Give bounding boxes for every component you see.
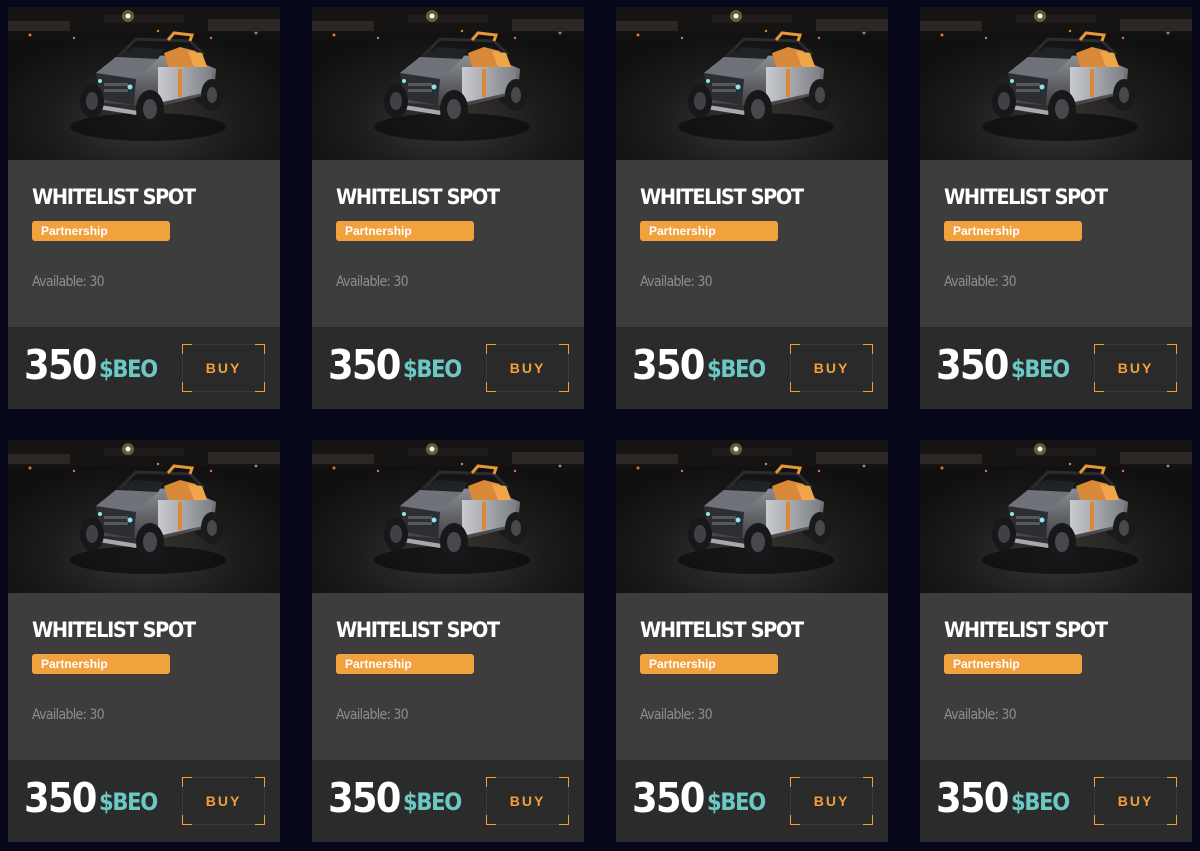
currency-label: $BEO bbox=[707, 355, 766, 383]
vehicle-image bbox=[8, 440, 280, 593]
vehicle-image bbox=[920, 7, 1192, 160]
vehicle-icon bbox=[920, 7, 1192, 160]
currency-label: $BEO bbox=[1011, 788, 1070, 816]
availability-text: Available: 30 bbox=[944, 707, 1017, 723]
card-body: WHITELIST SPOT Partnership Available: 30 bbox=[920, 160, 1192, 327]
card-body: WHITELIST SPOT Partnership Available: 30 bbox=[8, 593, 280, 760]
vehicle-icon bbox=[616, 7, 888, 160]
availability-text: Available: 30 bbox=[32, 274, 105, 290]
card-title: WHITELIST SPOT bbox=[640, 618, 804, 642]
buy-button-label: BUY bbox=[813, 360, 850, 376]
price-value: 350 bbox=[24, 774, 97, 822]
category-badge: Partnership bbox=[944, 654, 1082, 674]
availability-text: Available: 30 bbox=[336, 707, 409, 723]
availability-text: Available: 30 bbox=[944, 274, 1017, 290]
buy-button[interactable]: BUY bbox=[486, 344, 569, 392]
vehicle-image bbox=[312, 7, 584, 160]
buy-button-label: BUY bbox=[509, 360, 546, 376]
product-card[interactable]: WHITELIST SPOT Partnership Available: 30… bbox=[312, 440, 584, 842]
currency-label: $BEO bbox=[1011, 355, 1070, 383]
product-card[interactable]: WHITELIST SPOT Partnership Available: 30… bbox=[312, 7, 584, 409]
card-title: WHITELIST SPOT bbox=[944, 185, 1108, 209]
card-body: WHITELIST SPOT Partnership Available: 30 bbox=[616, 160, 888, 327]
buy-button[interactable]: BUY bbox=[486, 777, 569, 825]
card-title: WHITELIST SPOT bbox=[32, 618, 196, 642]
buy-button[interactable]: BUY bbox=[182, 344, 265, 392]
category-badge: Partnership bbox=[32, 221, 170, 241]
card-title: WHITELIST SPOT bbox=[640, 185, 804, 209]
category-badge: Partnership bbox=[32, 654, 170, 674]
price-value: 350 bbox=[328, 774, 401, 822]
buy-button-label: BUY bbox=[1117, 793, 1154, 809]
card-title: WHITELIST SPOT bbox=[336, 185, 500, 209]
vehicle-icon bbox=[8, 7, 280, 160]
card-footer: 350 $BEO BUY bbox=[616, 327, 888, 409]
price-value: 350 bbox=[632, 774, 705, 822]
card-body: WHITELIST SPOT Partnership Available: 30 bbox=[616, 593, 888, 760]
currency-label: $BEO bbox=[99, 355, 158, 383]
product-card[interactable]: WHITELIST SPOT Partnership Available: 30… bbox=[920, 7, 1192, 409]
category-badge: Partnership bbox=[640, 221, 778, 241]
currency-label: $BEO bbox=[707, 788, 766, 816]
vehicle-icon bbox=[312, 7, 584, 160]
product-card[interactable]: WHITELIST SPOT Partnership Available: 30… bbox=[8, 440, 280, 842]
vehicle-icon bbox=[312, 440, 584, 593]
vehicle-icon bbox=[8, 440, 280, 593]
buy-button-label: BUY bbox=[509, 793, 546, 809]
price-value: 350 bbox=[632, 341, 705, 389]
category-badge: Partnership bbox=[640, 654, 778, 674]
buy-button[interactable]: BUY bbox=[790, 777, 873, 825]
vehicle-icon bbox=[920, 440, 1192, 593]
card-body: WHITELIST SPOT Partnership Available: 30 bbox=[312, 160, 584, 327]
vehicle-image bbox=[920, 440, 1192, 593]
currency-label: $BEO bbox=[99, 788, 158, 816]
buy-button-label: BUY bbox=[813, 793, 850, 809]
price-value: 350 bbox=[936, 774, 1009, 822]
availability-text: Available: 30 bbox=[32, 707, 105, 723]
card-footer: 350 $BEO BUY bbox=[616, 760, 888, 842]
price-value: 350 bbox=[936, 341, 1009, 389]
card-body: WHITELIST SPOT Partnership Available: 30 bbox=[920, 593, 1192, 760]
card-footer: 350 $BEO BUY bbox=[312, 327, 584, 409]
card-body: WHITELIST SPOT Partnership Available: 30 bbox=[312, 593, 584, 760]
buy-button[interactable]: BUY bbox=[1094, 777, 1177, 825]
buy-button-label: BUY bbox=[205, 793, 242, 809]
buy-button[interactable]: BUY bbox=[1094, 344, 1177, 392]
vehicle-image bbox=[616, 7, 888, 160]
buy-button[interactable]: BUY bbox=[790, 344, 873, 392]
card-title: WHITELIST SPOT bbox=[944, 618, 1108, 642]
availability-text: Available: 30 bbox=[640, 707, 713, 723]
category-badge: Partnership bbox=[336, 654, 474, 674]
availability-text: Available: 30 bbox=[640, 274, 713, 290]
product-card[interactable]: WHITELIST SPOT Partnership Available: 30… bbox=[616, 440, 888, 842]
product-card[interactable]: WHITELIST SPOT Partnership Available: 30… bbox=[8, 7, 280, 409]
availability-text: Available: 30 bbox=[336, 274, 409, 290]
vehicle-image bbox=[616, 440, 888, 593]
buy-button-label: BUY bbox=[1117, 360, 1154, 376]
vehicle-image bbox=[8, 7, 280, 160]
card-footer: 350 $BEO BUY bbox=[8, 327, 280, 409]
product-grid: WHITELIST SPOT Partnership Available: 30… bbox=[0, 0, 1200, 851]
card-footer: 350 $BEO BUY bbox=[8, 760, 280, 842]
vehicle-image bbox=[312, 440, 584, 593]
price-value: 350 bbox=[24, 341, 97, 389]
category-badge: Partnership bbox=[944, 221, 1082, 241]
currency-label: $BEO bbox=[403, 355, 462, 383]
vehicle-icon bbox=[616, 440, 888, 593]
price-value: 350 bbox=[328, 341, 401, 389]
card-title: WHITELIST SPOT bbox=[336, 618, 500, 642]
category-badge: Partnership bbox=[336, 221, 474, 241]
card-title: WHITELIST SPOT bbox=[32, 185, 196, 209]
card-footer: 350 $BEO BUY bbox=[312, 760, 584, 842]
buy-button[interactable]: BUY bbox=[182, 777, 265, 825]
card-body: WHITELIST SPOT Partnership Available: 30 bbox=[8, 160, 280, 327]
product-card[interactable]: WHITELIST SPOT Partnership Available: 30… bbox=[616, 7, 888, 409]
card-footer: 350 $BEO BUY bbox=[920, 327, 1192, 409]
card-footer: 350 $BEO BUY bbox=[920, 760, 1192, 842]
product-card[interactable]: WHITELIST SPOT Partnership Available: 30… bbox=[920, 440, 1192, 842]
buy-button-label: BUY bbox=[205, 360, 242, 376]
currency-label: $BEO bbox=[403, 788, 462, 816]
